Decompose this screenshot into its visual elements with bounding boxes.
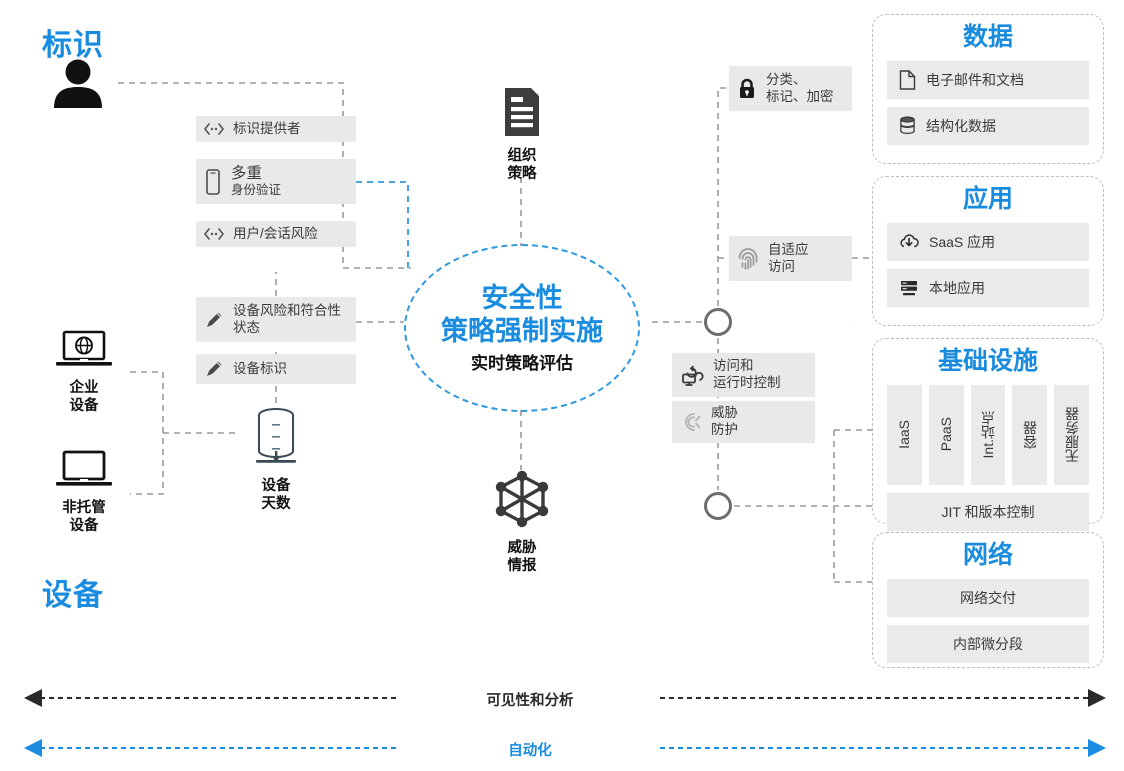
pillar-network-row-microseg[interactable]: 内部微分段 bbox=[887, 624, 1089, 663]
infra-strip-containers[interactable]: 容器 bbox=[1012, 384, 1048, 485]
pillar-network-title: 网络 bbox=[962, 541, 1013, 569]
junction-node-lower bbox=[704, 492, 732, 520]
device-inventory[interactable]: 设备 天数 bbox=[232, 406, 320, 513]
pillar-row-label: 内部微分段 bbox=[953, 635, 1023, 652]
ellipse-line-1: 安全性 bbox=[481, 283, 563, 314]
unmanaged-laptop-icon bbox=[54, 450, 114, 495]
devices-section-title: 设备 bbox=[42, 579, 104, 612]
device-inventory-label: 设备 天数 bbox=[261, 478, 291, 512]
pillar-data-row-email-docs[interactable]: 电子邮件和文档 bbox=[887, 60, 1089, 99]
pillar-infrastructure-row-jit[interactable]: JIT 和版本控制 bbox=[887, 492, 1089, 531]
infrastructure-vertical-strips: IaaS PaaS Int.站点 容器 无服务器 bbox=[887, 384, 1089, 485]
infra-strip-paas[interactable]: PaaS bbox=[928, 384, 964, 485]
lock-icon bbox=[737, 78, 757, 100]
arrow-label-automation: 自动化 bbox=[508, 743, 552, 759]
pillar-data-row-structured[interactable]: 结构化数据 bbox=[887, 106, 1089, 145]
pillar-row-label: JIT 和版本控制 bbox=[941, 503, 1035, 520]
arrow-label-visibility-analytics: 可见性和分析 bbox=[486, 693, 574, 709]
pillar-row-label: 电子邮件和文档 bbox=[926, 71, 1024, 88]
control-chip-access-runtime[interactable]: 访问和 运行时控制 bbox=[672, 353, 815, 397]
server-rack-icon bbox=[899, 278, 919, 298]
pillar-data-title: 数据 bbox=[962, 23, 1013, 51]
identity-chip-label: 用户/会话风险 bbox=[233, 225, 318, 241]
database-stack-icon bbox=[899, 116, 916, 136]
connector-icon bbox=[204, 122, 224, 136]
corporate-laptop-globe-icon bbox=[54, 330, 114, 375]
endpoint-unmanaged-device[interactable]: 非托管 设备 bbox=[40, 450, 128, 535]
device-chip-device-identity[interactable]: 设备标识 bbox=[196, 354, 356, 384]
pillar-apps-row-onprem[interactable]: 本地应用 bbox=[887, 268, 1089, 307]
threat-graph-icon bbox=[491, 468, 553, 535]
connector-icon bbox=[204, 227, 224, 241]
identity-chip-mfa[interactable]: 多重 身份验证 bbox=[196, 159, 356, 204]
ellipse-line-3: 实时策略评估 bbox=[471, 353, 573, 373]
endpoint-corporate-device-label: 企业 设备 bbox=[69, 380, 99, 414]
pillar-network-row-delivery[interactable]: 网络交付 bbox=[887, 578, 1089, 617]
pillar-row-label: 结构化数据 bbox=[926, 117, 996, 134]
security-policy-enforcement-ellipse: 安全性 策略强制实施 实时策略评估 bbox=[404, 244, 640, 412]
device-chip-risk-compliance[interactable]: 设备风险和符合性 状态 bbox=[196, 297, 356, 342]
document-policy-icon bbox=[501, 86, 543, 143]
mobile-device-icon bbox=[204, 168, 222, 196]
identity-chip-identity-provider[interactable]: 标识提供者 bbox=[196, 116, 356, 142]
cloud-download-icon bbox=[899, 233, 919, 251]
endpoint-unmanaged-device-label: 非托管 设备 bbox=[62, 500, 106, 534]
identity-chip-label: 标识提供者 bbox=[233, 120, 301, 136]
pillar-row-label: 本地应用 bbox=[929, 279, 985, 296]
pencil-icon bbox=[204, 310, 224, 330]
pillar-infrastructure-title: 基础设施 bbox=[937, 347, 1038, 375]
org-policy[interactable]: 组织 策略 bbox=[478, 86, 566, 183]
database-icon bbox=[248, 406, 304, 473]
pillar-apps: 应用 SaaS 应用 本地应用 bbox=[872, 176, 1104, 326]
pillar-row-label: SaaS 应用 bbox=[929, 233, 996, 250]
infra-strip-serverless[interactable]: 无服务器 bbox=[1054, 384, 1089, 485]
shield-threat-icon bbox=[680, 411, 702, 433]
zero-trust-architecture-diagram: 标识 标识提供者 多重 身份验证 用户/会话风险 企业 设备 非托管 设备 设备… bbox=[0, 0, 1124, 771]
control-chip-adaptive-access[interactable]: 自适应 访问 bbox=[729, 236, 852, 281]
runtime-control-icon bbox=[680, 363, 704, 387]
pillar-data: 数据 电子邮件和文档 结构化数据 bbox=[872, 14, 1104, 164]
identity-chip-mfa-label: 多重 身份验证 bbox=[231, 165, 282, 198]
endpoint-corporate-device[interactable]: 企业 设备 bbox=[40, 330, 128, 415]
pillar-apps-title: 应用 bbox=[962, 185, 1013, 213]
pillar-row-label: 网络交付 bbox=[960, 589, 1016, 606]
infra-strip-int-sites[interactable]: Int.站点 bbox=[970, 384, 1006, 485]
pencil-icon bbox=[204, 359, 224, 379]
fingerprint-icon bbox=[737, 247, 759, 271]
control-chip-threat-protection[interactable]: 威胁 防护 bbox=[672, 401, 815, 443]
pillar-network: 网络 网络交付 内部微分段 bbox=[872, 532, 1104, 668]
device-chip-label: 设备风险和符合性 状态 bbox=[233, 302, 341, 335]
control-chip-label: 分类、 标记、加密 bbox=[766, 71, 834, 104]
control-chip-classification[interactable]: 分类、 标记、加密 bbox=[729, 66, 852, 111]
device-chip-label: 设备标识 bbox=[233, 360, 287, 376]
pillar-apps-row-saas[interactable]: SaaS 应用 bbox=[887, 222, 1089, 261]
org-policy-label: 组织 策略 bbox=[507, 148, 537, 182]
threat-intelligence[interactable]: 威胁 情报 bbox=[478, 468, 566, 575]
control-chip-label: 自适应 访问 bbox=[768, 241, 809, 274]
person-icon bbox=[50, 58, 106, 113]
junction-node-upper bbox=[704, 308, 732, 336]
identity-chip-user-session-risk[interactable]: 用户/会话风险 bbox=[196, 221, 356, 247]
ellipse-line-2: 策略强制实施 bbox=[441, 315, 603, 346]
control-chip-label: 威胁 防护 bbox=[711, 405, 738, 437]
threat-intelligence-label: 威胁 情报 bbox=[507, 540, 537, 574]
infra-strip-iaas[interactable]: IaaS bbox=[887, 384, 922, 485]
pillar-infrastructure: 基础设施 IaaS PaaS Int.站点 容器 无服务器 JIT 和版本控制 bbox=[872, 338, 1104, 531]
file-document-icon bbox=[899, 69, 916, 90]
